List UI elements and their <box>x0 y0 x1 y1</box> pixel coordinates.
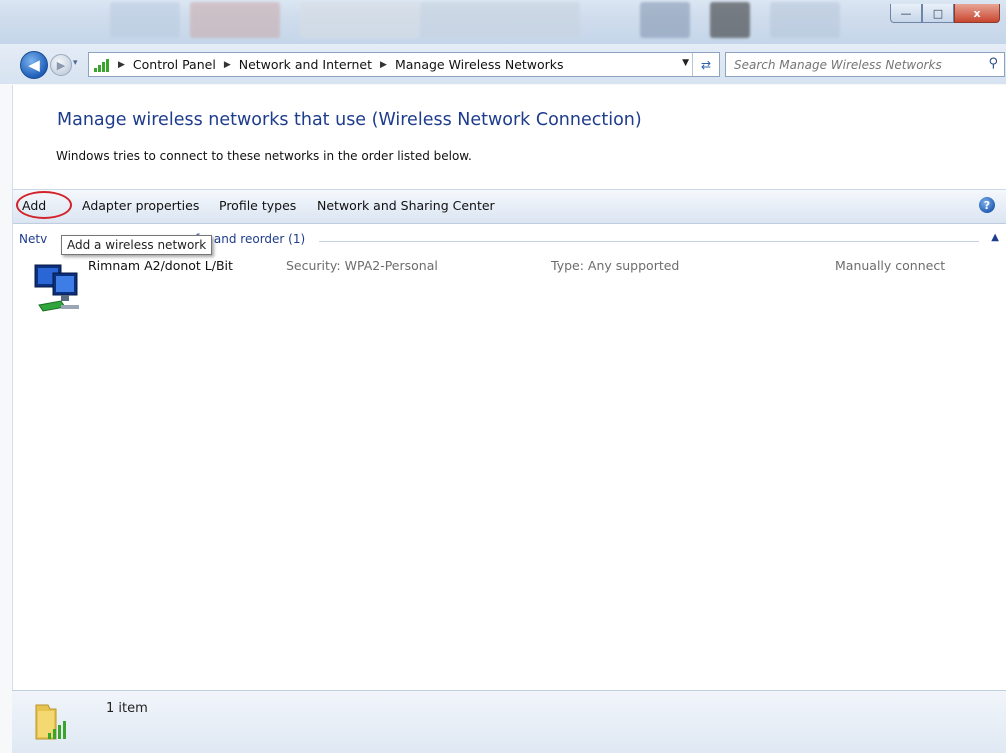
network-type: Type: Any supported <box>551 258 680 273</box>
back-button[interactable]: ◀ <box>20 51 48 79</box>
search-icon[interactable]: ⚲ <box>988 56 998 71</box>
arrow-right-icon: ▶ <box>56 58 66 72</box>
close-button[interactable]: x <box>954 4 1000 23</box>
navigation-bar: ◀ ▶ ▾ ▶ Control Panel ▶ Network and Inte… <box>0 44 1006 84</box>
forward-button[interactable]: ▶ <box>50 54 72 76</box>
breadcrumb-manage-wireless-networks[interactable]: Manage Wireless Networks <box>395 57 564 72</box>
help-icon[interactable]: ? <box>979 197 995 213</box>
wireless-network-icon <box>34 264 79 312</box>
network-security: Security: WPA2-Personal <box>286 258 438 273</box>
add-tooltip: Add a wireless network <box>61 235 213 255</box>
network-connect-mode: Manually connect <box>835 258 946 273</box>
breadcrumb-separator-icon: ▶ <box>380 59 387 70</box>
command-bar: Add Adapter properties Profile types Net… <box>13 189 1006 224</box>
breadcrumb-network-and-internet[interactable]: Network and Internet <box>239 57 372 72</box>
minimize-button[interactable]: — <box>890 4 922 23</box>
network-sharing-center-button[interactable]: Network and Sharing Center <box>317 198 495 213</box>
arrow-left-icon: ◀ <box>28 56 40 74</box>
breadcrumb-separator-icon: ▶ <box>223 59 231 70</box>
breadcrumb-control-panel[interactable]: Control Panel <box>133 57 216 72</box>
explorer-window: — □ x ◀ ▶ ▾ ▶ Control Panel ▶ Network an… <box>0 0 1006 753</box>
adapter-properties-button[interactable]: Adapter properties <box>82 198 199 213</box>
breadcrumb-separator-icon: ▶ <box>118 59 125 70</box>
wireless-signal-icon <box>94 58 110 72</box>
group-divider <box>319 241 979 242</box>
recent-pages-button[interactable]: ▾ <box>73 58 83 68</box>
status-bar: 1 item <box>12 690 1006 753</box>
refresh-button[interactable]: ⇄ <box>692 53 719 76</box>
collapse-chevron-icon[interactable]: ▲ <box>991 232 999 243</box>
window-controls: — □ x <box>890 4 1000 23</box>
content-pane: Manage wireless networks that use (Wirel… <box>12 85 1006 690</box>
add-button[interactable]: Add <box>22 198 46 213</box>
search-box: ⚲ <box>725 52 1005 77</box>
search-input[interactable] <box>726 56 981 73</box>
page-title: Manage wireless networks that use (Wirel… <box>57 110 642 130</box>
folder-wireless-icon <box>35 704 66 740</box>
item-count: 1 item <box>106 701 148 716</box>
page-description: Windows tries to connect to these networ… <box>56 149 472 163</box>
address-dropdown-icon[interactable]: ▼ <box>682 58 689 68</box>
network-row[interactable]: Rimnam A2/donot L/Bit Security: WPA2-Per… <box>31 257 991 317</box>
refresh-icon: ⇄ <box>700 57 712 72</box>
network-name: Rimnam A2/donot L/Bit <box>88 258 233 273</box>
profile-types-button[interactable]: Profile types <box>219 198 296 213</box>
title-bar: — □ x <box>0 0 1006 44</box>
address-bar[interactable]: ▶ Control Panel ▶ Network and Internet ▶… <box>88 52 720 77</box>
maximize-button[interactable]: □ <box>922 4 954 23</box>
